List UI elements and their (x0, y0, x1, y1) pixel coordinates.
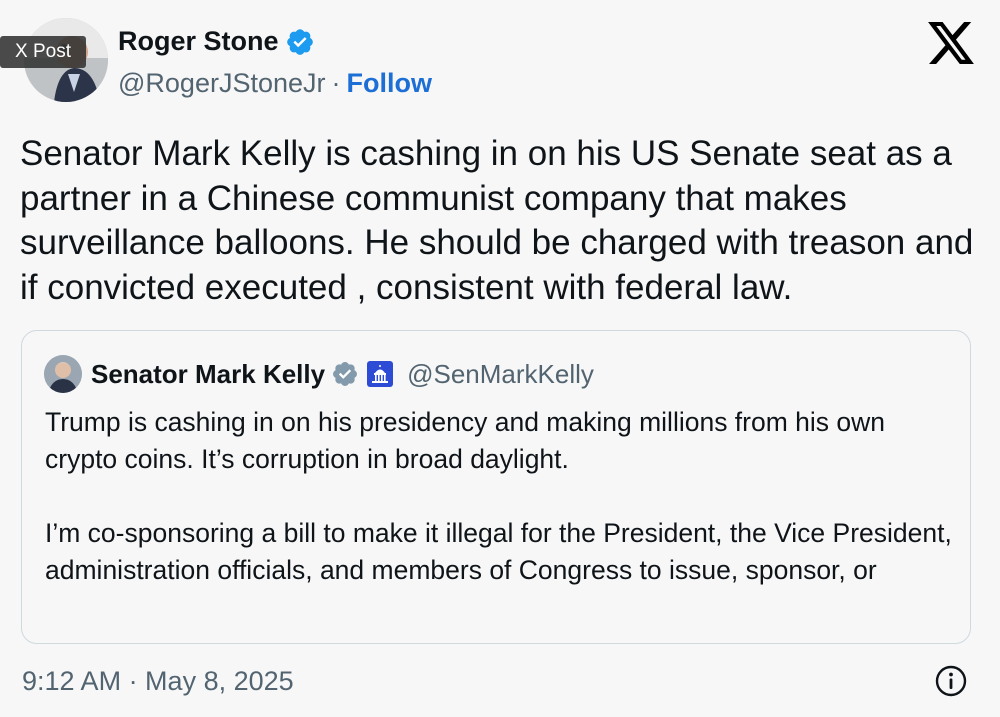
info-icon[interactable] (934, 664, 968, 698)
quoted-tweet-paragraph: Trump is cashing in on his presidency an… (45, 407, 886, 474)
author-display-name[interactable]: Roger Stone (118, 26, 279, 57)
quoted-tweet-body: Trump is cashing in on his presidency an… (45, 404, 955, 589)
quoted-tweet-paragraph: I’m co-sponsoring a bill to make it ille… (45, 518, 952, 585)
x-logo-icon[interactable] (928, 22, 974, 64)
quoted-author-handle[interactable]: @SenMarkKelly (407, 359, 594, 390)
author-name-row: Roger Stone (118, 26, 315, 57)
quoted-author-display-name[interactable]: Senator Mark Kelly (91, 359, 325, 390)
quoted-tweet-header: Senator Mark Kelly @SenMarkKelly (44, 355, 594, 393)
tweet-text: Senator Mark Kelly is cashing in on his … (20, 134, 974, 307)
author-handle[interactable]: @RogerJStoneJr (118, 68, 326, 99)
tweet-timestamp[interactable]: 9:12 AM · May 8, 2025 (22, 666, 294, 697)
quoted-tweet-card[interactable]: Senator Mark Kelly @SenMarkKelly Trump i… (21, 330, 971, 644)
quoted-author-avatar[interactable] (44, 355, 82, 393)
government-verified-badge-icon (333, 362, 358, 386)
us-capitol-icon (367, 361, 394, 387)
verified-badge-icon (286, 28, 313, 55)
follow-button[interactable]: Follow (347, 68, 432, 99)
x-post-overlay-label: X Post (0, 36, 86, 68)
author-handle-row: @RogerJStoneJr · Follow (118, 68, 432, 99)
separator-dot: · (331, 68, 341, 98)
